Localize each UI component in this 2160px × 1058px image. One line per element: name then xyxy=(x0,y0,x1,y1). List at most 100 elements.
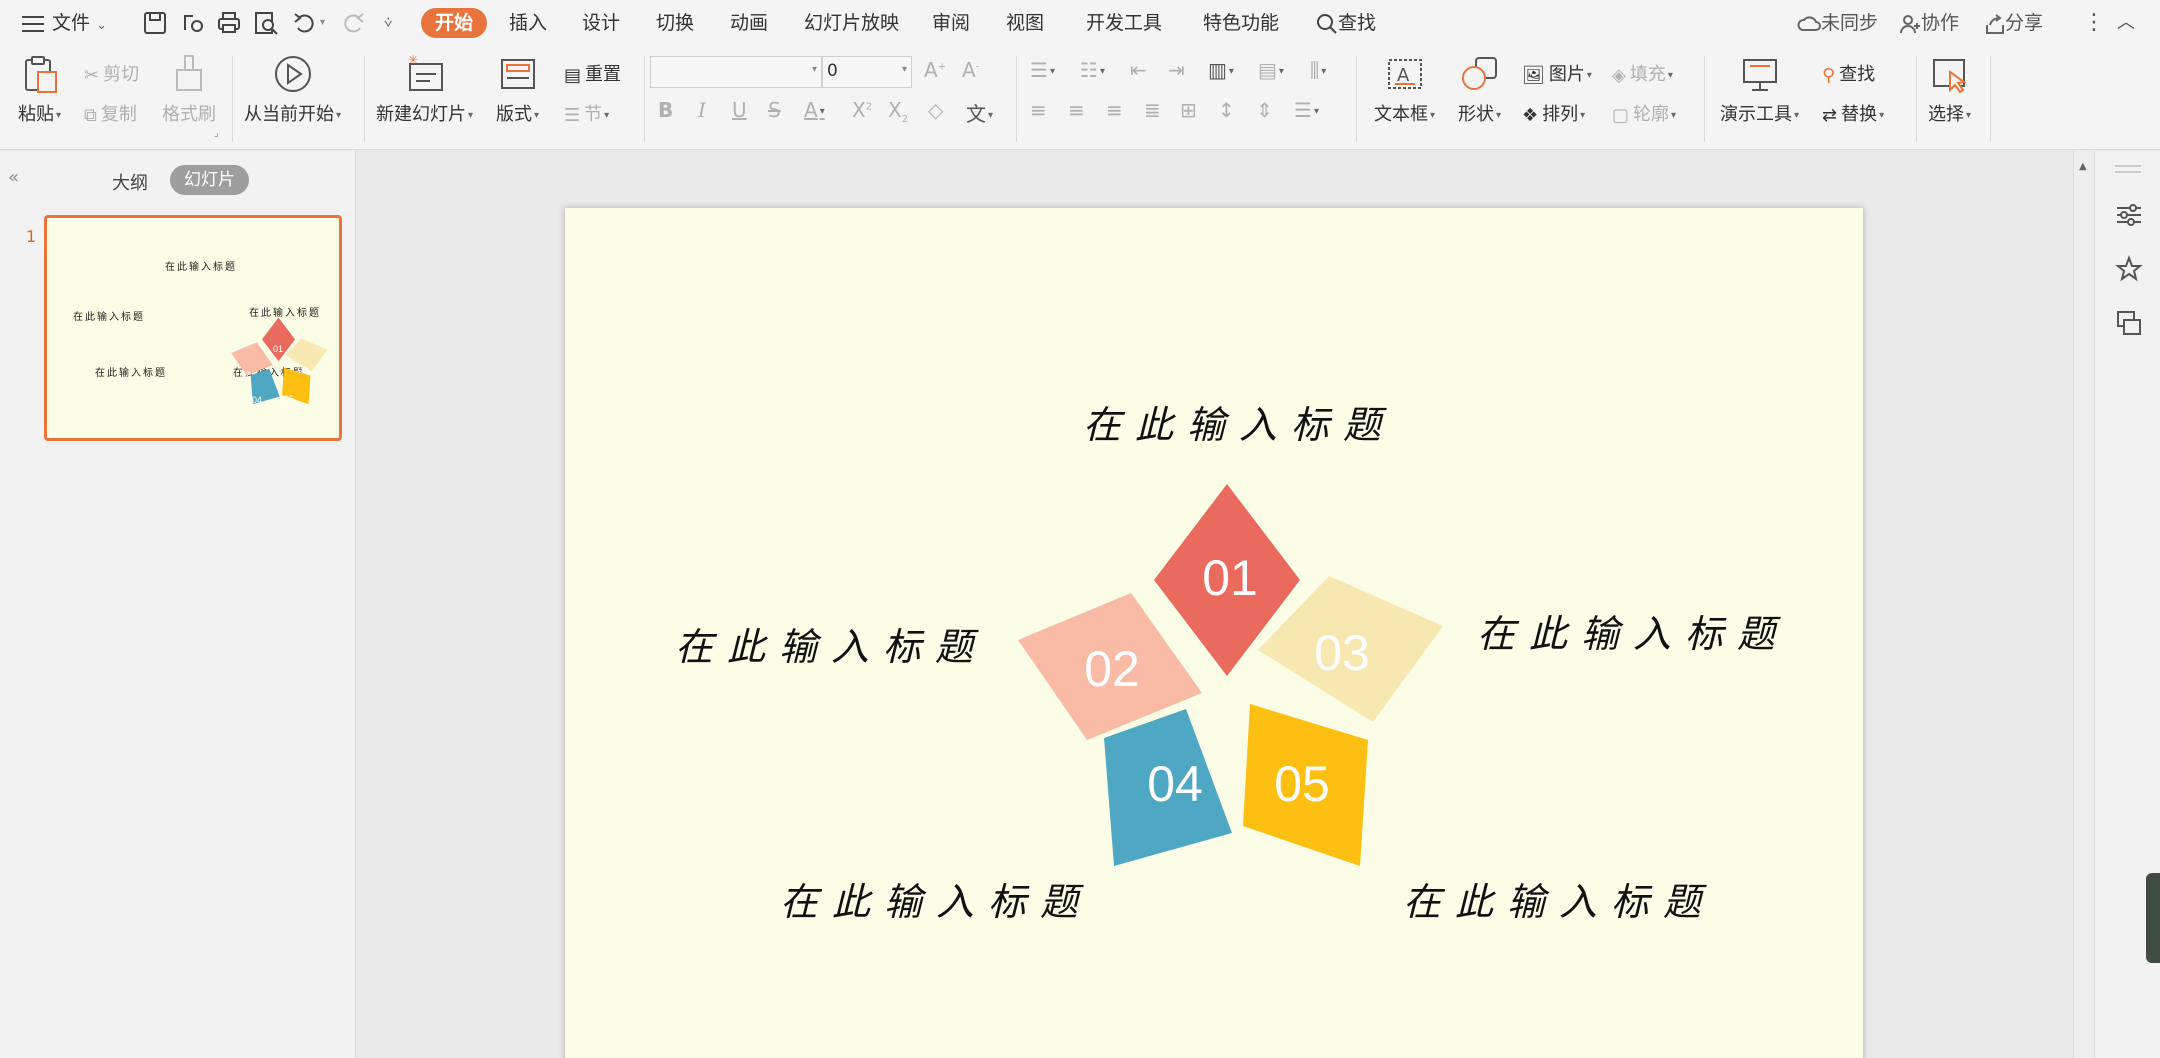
paste-button[interactable]: 粘贴 ▾ xyxy=(18,54,61,126)
arrange-button[interactable]: ❖ 排列 ▾ xyxy=(1522,100,1585,126)
decrease-indent-icon[interactable]: ⇤ xyxy=(1130,58,1147,82)
align-center-icon[interactable]: ≡ xyxy=(1068,98,1085,122)
tab-insert[interactable]: 插入 xyxy=(503,8,553,38)
underline-icon[interactable]: U xyxy=(732,98,747,122)
font-color-icon[interactable]: A ▾ xyxy=(804,98,825,122)
reset-label: 重置 xyxy=(585,64,622,85)
font-name-input[interactable]: ▾ xyxy=(650,56,822,88)
more-icon[interactable]: ⋮ xyxy=(2083,0,2105,46)
presenter-icon xyxy=(1742,59,1777,91)
slides-panel: « 大纲 幻灯片 1 在此输入标题 在此输入标题 在此输入标题 在此输入标题 在… xyxy=(0,151,356,1058)
shrink-font-icon[interactable]: A- xyxy=(962,58,979,82)
tab-slides[interactable]: 幻灯片 xyxy=(170,165,249,195)
cut-button[interactable]: ✂ 剪切 xyxy=(84,60,139,86)
format-painter-button[interactable]: 格式刷 xyxy=(162,54,216,126)
picture-button[interactable]: 🖼 图片 ▾ xyxy=(1522,60,1592,86)
slide[interactable]: 在此输入标题 在此输入标题 在此输入标题 在此输入标题 在此输入标题 01 02… xyxy=(565,208,1863,1058)
fill-label: 填充 xyxy=(1629,64,1666,85)
tab-design[interactable]: 设计 xyxy=(576,8,626,38)
vertical-scrollbar[interactable]: ▲ xyxy=(2073,151,2093,1058)
undo-dropdown-icon[interactable]: ▾ xyxy=(320,0,325,46)
strikethrough-icon[interactable]: S xyxy=(768,98,781,122)
export-icon[interactable] xyxy=(180,10,206,36)
fill-button[interactable]: ◈ 填充 ▾ xyxy=(1612,60,1673,86)
select-icon xyxy=(1932,59,1967,94)
align-text-icon[interactable]: ⫼ ▾ xyxy=(1310,58,1326,82)
grow-font-icon[interactable]: A+ xyxy=(924,58,946,82)
collapse-panel-icon[interactable]: « xyxy=(8,167,19,188)
undo-icon[interactable] xyxy=(292,10,318,36)
shape-label-05: 05 xyxy=(1274,756,1330,812)
tab-home[interactable]: 开始 xyxy=(421,8,488,38)
paste-label: 粘贴 xyxy=(18,104,54,125)
select-button[interactable]: 选择 ▾ xyxy=(1928,54,1971,126)
line-spacing-icon[interactable]: ↕ xyxy=(1218,98,1235,122)
textbox-button[interactable]: A 文本框 ▾ xyxy=(1374,54,1435,126)
picture-label: 图片 xyxy=(1548,64,1585,85)
customize-toolbar-icon[interactable]: ⩒ xyxy=(384,0,393,46)
tab-view[interactable]: 视图 xyxy=(1000,8,1050,38)
copy-button[interactable]: ⧉ 复制 xyxy=(84,100,137,126)
collapse-ribbon-icon[interactable]: ︿ xyxy=(2117,0,2135,46)
play-from-current-button[interactable]: 从当前开始 ▾ xyxy=(244,54,341,126)
new-slide-label: 新建幻灯片 xyxy=(376,104,466,125)
tab-developer[interactable]: 开发工具 xyxy=(1080,8,1168,38)
increase-indent-icon[interactable]: ⇥ xyxy=(1168,58,1185,82)
paragraph-settings-icon[interactable]: ☰ ▾ xyxy=(1294,98,1319,122)
tab-animation[interactable]: 动画 xyxy=(724,8,774,38)
textbox-icon: A xyxy=(1387,59,1422,89)
print-icon[interactable] xyxy=(216,10,242,36)
subscript-icon[interactable]: X2 xyxy=(888,98,908,125)
distribute-icon[interactable]: ⊞ xyxy=(1180,98,1197,122)
format-painter-label: 格式刷 xyxy=(162,104,216,125)
replace-button[interactable]: ⇄ 替换 ▾ xyxy=(1822,100,1884,126)
bold-icon[interactable]: B xyxy=(658,98,673,122)
find-button[interactable]: ⚲ 查找 xyxy=(1822,60,1875,86)
clipboard-expand-icon[interactable]: ⌟ xyxy=(214,128,219,139)
para-spacing-icon[interactable]: ⇕ xyxy=(1256,98,1273,122)
hamburger-icon[interactable] xyxy=(22,0,44,46)
print-preview-icon[interactable] xyxy=(253,10,279,36)
reset-button[interactable]: ▤ 重置 xyxy=(564,60,621,86)
sync-status[interactable]: 未同步 xyxy=(1797,0,1878,46)
numbered-list-icon[interactable]: ☷ ▾ xyxy=(1080,58,1105,82)
properties-icon[interactable] xyxy=(2115,201,2143,229)
superscript-icon[interactable]: X2 xyxy=(852,98,872,122)
floating-tab[interactable] xyxy=(2146,873,2160,963)
search-button[interactable]: 查找 xyxy=(1316,0,1376,46)
layout-button[interactable]: 版式 ▾ xyxy=(496,54,539,126)
share-button[interactable]: 分享 xyxy=(1983,0,2043,46)
tab-special[interactable]: 特色功能 xyxy=(1197,8,1285,38)
tab-slideshow[interactable]: 幻灯片放映 xyxy=(798,8,905,38)
align-right-icon[interactable]: ≡ xyxy=(1106,98,1123,122)
tab-outline[interactable]: 大纲 xyxy=(112,169,148,195)
text-direction-icon[interactable]: ▤ ▾ xyxy=(1258,58,1284,82)
char-border-icon[interactable]: 文 ▾ xyxy=(966,98,993,127)
redo-icon[interactable] xyxy=(340,10,366,36)
thumb-shapes: 01 02 03 04 05 xyxy=(231,317,328,405)
font-size-dropdown-icon[interactable]: ▾ xyxy=(902,64,907,75)
font-name-dropdown-icon[interactable]: ▾ xyxy=(812,64,817,75)
star-icon[interactable] xyxy=(2115,255,2143,283)
clear-format-icon[interactable]: ◇ xyxy=(928,98,943,122)
transition-panel-icon[interactable] xyxy=(2115,309,2143,337)
tab-review[interactable]: 审阅 xyxy=(926,8,976,38)
columns-icon[interactable]: ▥ ▾ xyxy=(1208,58,1234,82)
slide-thumbnail[interactable]: 在此输入标题 在此输入标题 在此输入标题 在此输入标题 在此输入标题 01 02… xyxy=(44,215,342,441)
italic-icon[interactable]: I xyxy=(698,98,706,122)
collab-button[interactable]: 协作 xyxy=(1899,0,1959,46)
align-left-icon[interactable]: ≡ xyxy=(1030,98,1047,122)
scroll-up-icon[interactable]: ▲ xyxy=(2079,161,2087,172)
save-icon[interactable] xyxy=(142,10,168,36)
file-menu[interactable]: 文件 ⌄ xyxy=(52,0,107,46)
new-slide-button[interactable]: ✳ 新建幻灯片 ▾ xyxy=(376,54,473,126)
tab-transition[interactable]: 切换 xyxy=(650,8,700,38)
select-label: 选择 xyxy=(1928,104,1964,125)
outline-button[interactable]: ▢ 轮廓 ▾ xyxy=(1612,100,1676,126)
justify-icon[interactable]: ≣ xyxy=(1144,98,1161,122)
font-size-input[interactable]: 0 ▾ xyxy=(822,56,912,88)
presenter-tools-button[interactable]: 演示工具 ▾ xyxy=(1720,54,1799,126)
bullet-list-icon[interactable]: ☰ ▾ xyxy=(1030,58,1055,82)
shape-button[interactable]: 形状 ▾ xyxy=(1458,54,1501,126)
section-button[interactable]: ☰ 节 ▾ xyxy=(564,100,609,126)
